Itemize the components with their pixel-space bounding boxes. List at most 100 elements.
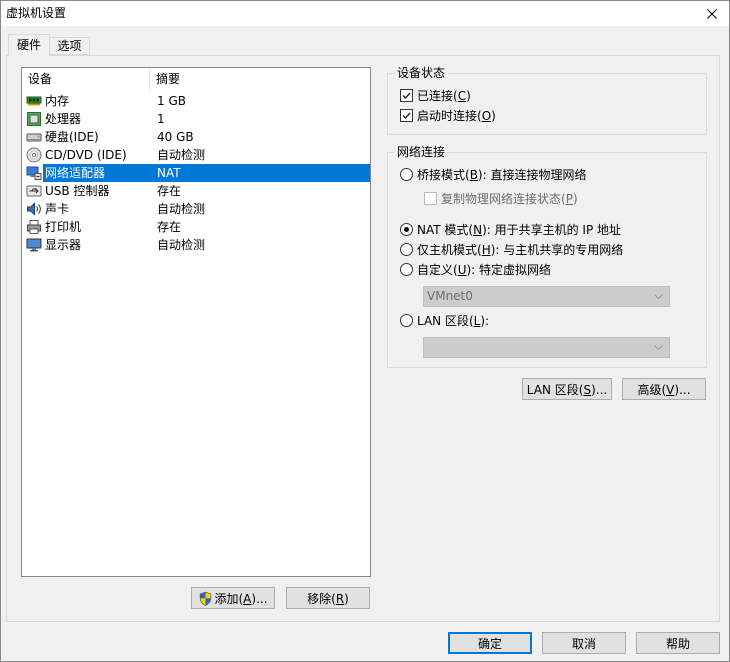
device-list[interactable]: 设备 摘要 内存 1 GB 处理器 1 硬盘(IDE) 40 GB CD/DVD… [21,67,371,577]
shield-icon [200,591,212,606]
device-summary: 自动检测 [157,202,206,216]
mnemonic-key: O [481,108,492,123]
bridged-label: 桥接模式(B): 直接连接物理网络 [417,166,586,183]
group-title: 网络连接 [395,144,448,160]
connect-at-power-on-checkbox[interactable]: 启动时连接(O) [400,107,496,124]
advanced-label: 高级(V)... [637,381,690,398]
lan-segment-label: LAN 区段(L): [417,312,489,329]
label-text: NAT 模式( [417,222,474,237]
mnemonic-key: C [457,88,467,103]
printer-icon [26,219,42,235]
replicate-state-checkbox[interactable]: 复制物理网络连接状态(P) [424,191,578,206]
device-row-sound-card[interactable]: 声卡 自动检测 [22,200,370,218]
label-text: ): [480,313,490,328]
lan-segment-radio[interactable]: LAN 区段(L): [400,312,489,329]
label-text: ) [344,591,349,606]
check-icon [402,112,411,119]
network-adapter-icon [26,165,42,181]
custom-radio[interactable]: 自定义(U): 特定虚拟网络 [400,261,551,278]
usb-controller-icon [26,183,42,199]
device-name: 声卡 [45,202,70,216]
close-icon [707,8,717,19]
network-connection-group: 网络连接 桥接模式(B): 直接连接物理网络 复制物理网络连接状态(P) NAT… [387,144,707,368]
connected-checkbox[interactable]: 已连接(C) [400,88,471,103]
device-name: CD/DVD (IDE) [45,148,127,162]
device-row-display[interactable]: 显示器 自动检测 [22,236,370,254]
advanced-button[interactable]: 高级(V)... [622,378,706,400]
remove-device-label: 移除(R) [307,590,349,607]
device-row-processor[interactable]: 处理器 1 [22,110,370,128]
radio-circle[interactable] [400,313,413,327]
device-row-hard-disk[interactable]: 硬盘(IDE) 40 GB [22,128,370,146]
label-text: LAN 区段( [526,382,584,397]
host-only-radio[interactable]: 仅主机模式(H): 与主机共享的专用网络 [400,241,623,258]
label-text: )... [674,382,691,397]
select-value: VMnet0 [427,289,473,303]
lan-segment-select[interactable] [423,337,670,358]
label-text: LAN 区段( [417,313,474,328]
device-row-cd-dvd[interactable]: CD/DVD (IDE) 自动检测 [22,146,370,164]
label-text: 移除( [307,591,336,606]
checkbox-box[interactable] [400,108,413,122]
label-text: 已连接( [417,88,458,103]
radio-circle[interactable] [400,262,413,276]
device-row-usb-controller[interactable]: USB 控制器 存在 [22,182,370,200]
ok-button[interactable]: 确定 [448,632,532,654]
label-text: 复制物理网络连接状态( [441,191,566,206]
device-summary: 自动检测 [157,238,206,252]
device-row-network-adapter[interactable]: 网络适配器 NAT [22,164,370,182]
device-row-memory[interactable]: 内存 1 GB [22,92,370,110]
label-text: )... [251,591,268,606]
device-summary: 存在 [157,184,182,198]
close-button[interactable] [695,1,729,26]
add-device-button[interactable]: 添加(A)... [191,587,275,609]
host-only-label: 仅主机模式(H): 与主机共享的专用网络 [417,241,623,258]
label-text: ): 与主机共享的专用网络 [490,242,624,257]
device-summary: 1 [157,112,165,126]
hard-disk-icon [26,129,42,145]
checkbox-box[interactable] [400,88,413,102]
label-text: )... [591,382,608,397]
display-icon [26,237,42,253]
checkbox-box[interactable] [424,191,437,205]
memory-icon [26,93,42,109]
radio-circle[interactable] [400,167,413,181]
lan-segments-label: LAN 区段(S)... [527,381,607,398]
device-row-printer[interactable]: 打印机 存在 [22,218,370,236]
column-header-summary[interactable]: 摘要 [150,68,370,91]
mnemonic-key: H [481,242,491,257]
remove-device-button[interactable]: 移除(R) [286,587,370,609]
column-header-device[interactable]: 设备 [22,68,150,91]
device-name: USB 控制器 [45,184,110,198]
nat-label: NAT 模式(N): 用于共享主机的 IP 地址 [417,221,621,238]
device-rows: 内存 1 GB 处理器 1 硬盘(IDE) 40 GB CD/DVD (IDE) [22,92,370,254]
check-icon [402,92,411,99]
nat-radio[interactable]: NAT 模式(N): 用于共享主机的 IP 地址 [400,221,621,238]
processor-icon [26,111,42,127]
tab-hardware[interactable]: 硬件 [8,34,50,56]
connect-at-power-on-label: 启动时连接(O) [417,107,496,124]
device-summary: 40 GB [157,130,194,144]
label-text: ): 直接连接物理网络 [477,167,587,182]
device-name: 显示器 [45,238,82,252]
cd-dvd-icon [26,147,42,163]
label-text: 添加( [214,591,244,606]
mnemonic-key: R [335,591,345,606]
lan-segments-button[interactable]: LAN 区段(S)... [522,378,612,400]
custom-label: 自定义(U): 特定虚拟网络 [417,261,551,278]
label-text: ): 特定虚拟网络 [466,262,552,277]
tab-options[interactable]: 选项 [50,37,90,55]
device-name: 内存 [45,94,70,108]
cancel-button[interactable]: 取消 [542,632,626,654]
column-header-label: 设备 [28,72,53,86]
bridged-radio[interactable]: 桥接模式(B): 直接连接物理网络 [400,166,586,183]
mnemonic-key: N [473,222,483,237]
radio-circle[interactable] [400,222,413,236]
column-header-label: 摘要 [156,72,181,86]
mnemonic-key: B [469,167,478,182]
tab-label: 选项 [57,39,82,53]
help-button[interactable]: 帮助 [636,632,720,654]
help-label: 帮助 [665,636,690,651]
custom-network-select[interactable]: VMnet0 [423,286,670,307]
radio-circle[interactable] [400,242,413,256]
